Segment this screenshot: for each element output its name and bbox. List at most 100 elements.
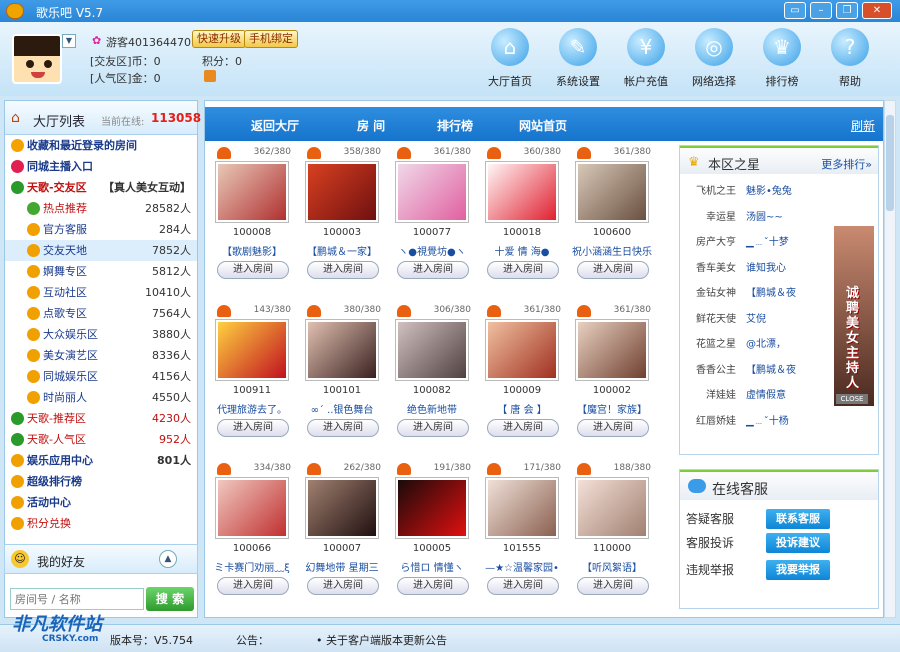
room-name[interactable]: ミ卡赛门劝丽﹏ξ [205,559,299,574]
room-name[interactable]: 【听风絮语】 [565,559,659,574]
friends-panel[interactable]: ☺ 我的好友 ▲ [4,544,198,574]
tab-ranking[interactable]: 排行榜 [437,117,473,134]
room-name[interactable]: 【魔宫！家族】 [565,401,659,416]
scrollbar-thumb[interactable] [886,115,894,211]
room-name[interactable]: ら惜ロ 情懂ヽ [385,559,479,574]
sidebar-item[interactable]: 时尚丽人 4550人 [5,387,197,408]
enter-room-button[interactable]: 进入房间 [577,261,649,279]
tab-rooms[interactable]: 房 间 [357,117,385,134]
star-user[interactable]: 汤圆~~ [746,208,783,223]
nav-moneybag-button[interactable]: ¥ 帐户充值 [616,28,676,92]
refresh-link[interactable]: 刷新 [851,117,875,134]
sidebar-item[interactable]: 娱乐应用中心 801人 [5,450,197,471]
room-name[interactable]: ∞´ ..银色舞台 [295,401,389,416]
enter-room-button[interactable]: 进入房间 [577,577,649,595]
enter-room-button[interactable]: 进入房间 [217,577,289,595]
nav-home-button[interactable]: ⌂ 大厅首页 [480,28,540,92]
sidebar-item[interactable]: 同城主播入口 [5,156,197,177]
enter-room-button[interactable]: 进入房间 [217,419,289,437]
search-button[interactable]: 搜 索 [146,587,194,611]
room-thumbnail[interactable] [575,161,649,223]
complaint-button[interactable]: 投诉建议 [766,533,830,553]
sidebar-item[interactable]: 互动社区 10410人 [5,282,197,303]
bind-phone-button[interactable]: 手机绑定 [244,30,298,48]
room-thumbnail[interactable] [485,161,559,223]
star-user[interactable]: 谁知我心 [746,259,786,274]
sidebar-item[interactable]: 点歌专区 7564人 [5,303,197,324]
enter-room-button[interactable]: 进入房间 [397,419,469,437]
sidebar-item[interactable]: 积分兑换 [5,513,197,534]
nav-wrench-button[interactable]: ✎ 系统设置 [548,28,608,92]
room-name[interactable]: 祝小涵涵生日快乐 [565,243,659,258]
sidebar-item[interactable]: 官方客服 284人 [5,219,197,240]
room-name[interactable]: 【歌剧魅影】 [205,243,299,258]
tab-back-hall[interactable]: 返回大厅 [251,117,299,134]
star-user[interactable]: ▁﹍ˇ十杨 [746,412,789,427]
gift-icon[interactable] [204,70,216,82]
sidebar-item[interactable]: 热点推荐 28582人 [5,198,197,219]
room-name[interactable]: 代理旅游去了。 [205,401,299,416]
enter-room-button[interactable]: 进入房间 [487,577,559,595]
upgrade-button[interactable]: 快速升级 [192,30,246,48]
star-user[interactable]: 【鹏城＆夜 [746,284,796,299]
star-user[interactable]: 魅影•兔兔 [746,182,792,197]
tab-website[interactable]: 网站首页 [519,117,567,134]
enter-room-button[interactable]: 进入房间 [577,419,649,437]
enter-room-button[interactable]: 进入房间 [217,261,289,279]
nav-crown-button[interactable]: ♛ 排行榜 [752,28,812,92]
room-thumbnail[interactable] [395,477,469,539]
chevron-down-icon[interactable]: ▼ [62,34,76,48]
star-user[interactable]: @北漂， [746,335,786,350]
enter-room-button[interactable]: 进入房间 [307,261,379,279]
contact-service-button[interactable]: 联系客服 [766,509,830,529]
sidebar-item[interactable]: 活动中心 [5,492,197,513]
scrollbar[interactable] [884,100,896,618]
room-thumbnail[interactable] [395,161,469,223]
sidebar-item[interactable]: 天歌-交友区 【真人美女互动】 [5,177,197,198]
enter-room-button[interactable]: 进入房间 [397,261,469,279]
room-thumbnail[interactable] [485,319,559,381]
enter-room-button[interactable]: 进入房间 [397,577,469,595]
room-name[interactable]: ヽ●視覺坊●ヽ [385,243,479,258]
sidebar-item[interactable]: 大众娱乐区 3880人 [5,324,197,345]
room-thumbnail[interactable] [395,319,469,381]
room-thumbnail[interactable] [215,161,289,223]
report-button[interactable]: 我要举报 [766,560,830,580]
recruit-ad[interactable]: 诚聘美女主持人 CLOSE [834,226,874,406]
enter-room-button[interactable]: 进入房间 [487,419,559,437]
star-user[interactable]: 虚情假意 [746,386,786,401]
room-thumbnail[interactable] [305,161,379,223]
sidebar-item[interactable]: 收藏和最近登录的房间 [5,135,197,156]
chevron-up-icon[interactable]: ▲ [159,550,177,568]
star-user[interactable]: 【鹏城＆夜 [746,361,796,376]
nav-globe-button[interactable]: ◎ 网络选择 [684,28,744,92]
restore-icon[interactable]: ❐ [836,2,858,19]
sidebar-item[interactable]: 交友天地 7852人 [5,240,197,261]
sidebar-item[interactable]: 美女演艺区 8336人 [5,345,197,366]
room-thumbnail[interactable] [575,319,649,381]
room-thumbnail[interactable] [575,477,649,539]
room-name[interactable]: 十爱 情 海● [475,243,569,258]
room-name[interactable]: 绝色新地带 [385,401,479,416]
close-icon[interactable]: ✕ [862,2,892,19]
minimize-icon[interactable]: – [810,2,832,19]
room-thumbnail[interactable] [305,477,379,539]
room-name[interactable]: —★☆温馨家园• [475,559,569,574]
sidebar-item[interactable]: 天歌-人气区 952人 [5,429,197,450]
more-ranking-link[interactable]: 更多排行» [821,156,872,172]
sidebar-item[interactable]: 同城娱乐区 4156人 [5,366,197,387]
sidebar-item[interactable]: 超级排行榜 [5,471,197,492]
avatar[interactable] [12,34,62,84]
ad-close-button[interactable]: CLOSE [836,394,868,404]
room-name[interactable]: 【鹏城＆一家】 [295,243,389,258]
notice-text[interactable]: • 关于客户端版本更新公告 [316,632,447,648]
enter-room-button[interactable]: 进入房间 [487,261,559,279]
room-name[interactable]: 【 唐 会 】 [475,401,569,416]
room-thumbnail[interactable] [215,477,289,539]
sidebar-item[interactable]: 婀舞专区 5812人 [5,261,197,282]
sidebar-item[interactable]: 天歌-推荐区 4230人 [5,408,197,429]
star-user[interactable]: ▁﹍ˇ十梦 [746,233,789,248]
room-thumbnail[interactable] [485,477,559,539]
skin-icon[interactable]: ▭ [784,2,806,19]
nav-help-button[interactable]: ? 帮助 [820,28,880,92]
